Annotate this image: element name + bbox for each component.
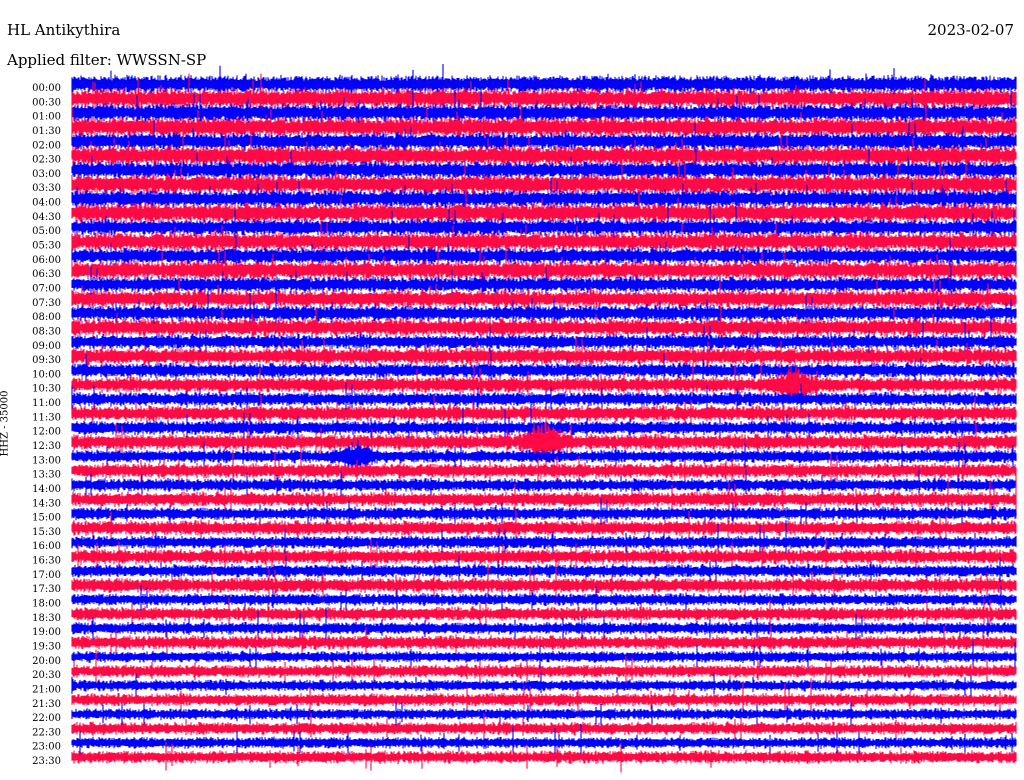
row-tick-label: 03:00 (32, 169, 61, 180)
row-tick-label: 00:00 (32, 83, 61, 94)
row-tick-label: 16:30 (32, 556, 61, 567)
row-tick-label: 09:00 (32, 341, 61, 352)
row-tick-label: 04:30 (32, 212, 61, 223)
row-tick-label: 12:00 (32, 427, 61, 438)
row-tick-label: 04:00 (32, 198, 61, 209)
row-tick-label: 14:00 (32, 484, 61, 495)
row-tick-label: 15:00 (32, 513, 61, 524)
helicorder-plot: 00:00 00:30 01:00 01:30 02:00 02:30 03:00 03:30… (32, 64, 1017, 773)
row-tick-label: 12:30 (32, 441, 61, 452)
row-tick-label: 11:00 (32, 398, 61, 409)
row-tick-label: 22:30 (32, 727, 61, 738)
row-tick-label: 16:00 (32, 541, 61, 552)
row-tick-label: 02:30 (32, 155, 61, 166)
row-tick-label: 14:30 (32, 498, 61, 509)
row-tick-label: 21:00 (32, 684, 61, 695)
row-tick-label: 01:00 (32, 112, 61, 123)
row-tick-label: 18:30 (32, 613, 61, 624)
row-tick-label: 15:30 (32, 527, 61, 538)
row-tick-label: 19:00 (32, 627, 61, 638)
row-tick-label: 18:00 (32, 599, 61, 610)
row-tick-label: 13:30 (32, 470, 61, 481)
row-tick-label: 05:30 (32, 241, 61, 252)
row-tick-label: 19:30 (32, 641, 61, 652)
row-tick-label: 23:00 (32, 742, 61, 753)
row-tick-label: 21:30 (32, 699, 61, 710)
row-tick-label: 03:30 (32, 183, 61, 194)
row-tick-label: 17:30 (32, 584, 61, 595)
row-tick-label: 09:30 (32, 355, 61, 366)
row-tick-label: 00:30 (32, 97, 61, 108)
row-tick-label: 17:00 (32, 570, 61, 581)
row-tick-label: 20:30 (32, 670, 61, 681)
row-tick-label: 10:30 (32, 384, 61, 395)
row-tick-label: 07:30 (32, 298, 61, 309)
row-tick-label: 01:30 (32, 126, 61, 137)
row-tick-label: 06:00 (32, 255, 61, 266)
row-tick-label: 11:30 (32, 412, 61, 423)
row-tick-label: 13:00 (32, 455, 61, 466)
row-tick-label: 08:30 (32, 326, 61, 337)
row-tick-label: 07:00 (32, 283, 61, 294)
row-tick-label: 22:00 (32, 713, 61, 724)
row-tick-label: 05:00 (32, 226, 61, 237)
row-tick-label: 06:30 (32, 269, 61, 280)
row-tick-label: 08:00 (32, 312, 61, 323)
row-tick-label: 23:30 (32, 756, 61, 767)
row-tick-label: 02:00 (32, 140, 61, 151)
row-tick-label: 20:00 (32, 656, 61, 667)
trace-row-2330 (71, 741, 1017, 773)
row-tick-label: 10:00 (32, 369, 61, 380)
